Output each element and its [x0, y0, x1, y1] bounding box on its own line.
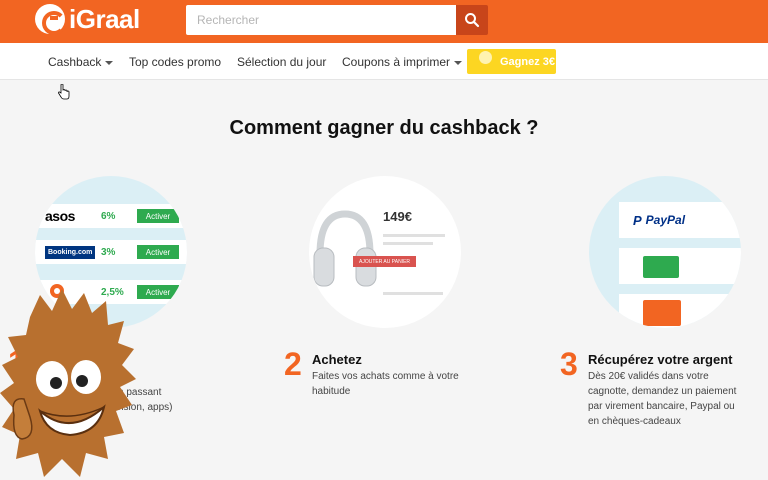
text-line	[383, 292, 443, 295]
main-nav: Cashback Top codes promo Sélection du jo…	[0, 43, 768, 80]
merchant-row: Booking.com 3% Activer	[35, 240, 187, 264]
step-3-desc: Dès 20€ validés dans votre cagnotte, dem…	[588, 371, 737, 427]
nav-item-selection-du-jour[interactable]: Sélection du jour	[237, 55, 326, 69]
nav-item-label: Cashback	[48, 55, 102, 69]
payment-illustration: P PayPal	[589, 176, 741, 328]
gift-card-row	[619, 294, 741, 328]
search-button[interactable]	[456, 5, 488, 35]
product-illustration: 149€ AJOUTER AU PANIER	[309, 176, 461, 328]
merchant-name: asos	[45, 208, 75, 224]
merchant-rate: 6%	[101, 210, 116, 222]
add-to-cart-button: AJOUTER AU PANIER	[353, 256, 416, 267]
logo-icon	[35, 4, 66, 35]
gagnez-button[interactable]: Gagnez 3€	[467, 49, 556, 74]
activate-button: Activer	[137, 285, 179, 299]
nav-item-label: Coupons à imprimer	[342, 55, 451, 69]
activate-button: Activer	[137, 245, 179, 259]
nav-item-label: Top codes promo	[129, 55, 222, 69]
activate-button: Activer	[137, 209, 179, 223]
hand-cursor-icon	[58, 84, 70, 100]
igraal-logo[interactable]: iGraal	[35, 3, 140, 35]
nav-item-cashback[interactable]: Cashback	[48, 55, 114, 69]
product-price: 149€	[383, 209, 412, 224]
nav-item-coupons-a-imprimer[interactable]: Coupons à imprimer	[342, 55, 463, 69]
bank-card-icon	[643, 256, 679, 278]
step-2-desc: Faites vos achats comme à votre habitude	[312, 371, 459, 397]
nav-item-top-codes-promo[interactable]: Top codes promo	[129, 55, 221, 69]
bank-card-row	[619, 248, 741, 284]
step-2-title: Achetez	[312, 352, 362, 367]
merchant-name: Booking.com	[45, 245, 96, 259]
paypal-icon: P	[633, 212, 642, 228]
step-2-number: 2	[284, 346, 302, 382]
search-icon	[465, 13, 480, 28]
page-title: Comment gagner du cashback ?	[229, 117, 539, 139]
paypal-label: PayPal	[645, 213, 686, 227]
logo-text: iGraal	[69, 3, 140, 34]
search-input[interactable]	[186, 5, 456, 35]
merchant-row: asos 6% Activer	[35, 204, 187, 228]
caret-down-icon	[105, 60, 114, 65]
step-3-title: Récupérez votre argent	[588, 352, 733, 367]
paypal-card: P PayPal	[619, 202, 741, 238]
text-line	[383, 234, 445, 237]
step-3-number: 3	[560, 346, 578, 382]
text-line	[383, 242, 433, 245]
mascot-icon	[0, 289, 136, 477]
gift-card-icon	[643, 300, 681, 326]
nav-item-label: Sélection du jour	[237, 55, 327, 69]
caret-down-icon	[454, 60, 463, 65]
gagnez-label: Gagnez 3€	[500, 55, 556, 68]
coin-icon	[479, 51, 492, 64]
merchant-rate: 3%	[101, 246, 116, 258]
headphones-icon	[313, 210, 377, 287]
